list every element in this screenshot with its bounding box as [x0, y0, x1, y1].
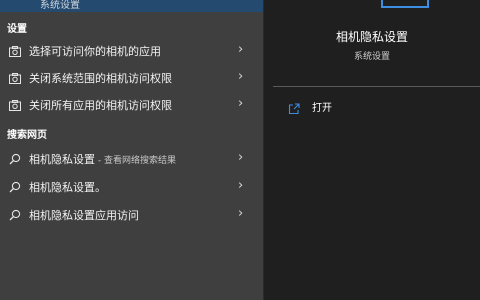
settings-item-choose-apps[interactable]: 选择可访问你的相机的应用 ›	[0, 38, 263, 64]
web-item-suffix: - 查看网络搜索结果	[95, 156, 176, 166]
chevron-right-icon[interactable]: ›	[238, 69, 243, 84]
settings-item-label: 选择可访问你的相机的应用	[29, 45, 161, 58]
chevron-right-icon[interactable]: ›	[238, 96, 243, 111]
web-item-label: 相机隐私设置应用访问	[29, 209, 139, 222]
chevron-right-icon[interactable]: ›	[238, 150, 243, 165]
settings-item-system-camera[interactable]: 关闭系统范围的相机访问权限 ›	[0, 65, 263, 91]
search-icon	[8, 180, 22, 194]
web-item-label: 相机隐私设置。	[29, 181, 106, 194]
web-item-camera-privacy-period[interactable]: 相机隐私设置。 ›	[0, 174, 263, 200]
preview-subtitle: 系统设置	[353, 52, 390, 62]
camera-icon	[8, 71, 22, 85]
best-match-subtitle: 系统设置	[40, 0, 80, 11]
open-icon	[288, 100, 300, 115]
settings-item-label: 关闭所有应用的相机访问权限	[29, 99, 172, 112]
web-item-label: 相机隐私设置	[29, 153, 95, 166]
chevron-right-icon[interactable]: ›	[238, 206, 243, 221]
settings-app-icon	[381, 0, 429, 8]
preview-pane: 相机隐私设置 系统设置 打开	[264, 0, 480, 300]
settings-section-header: 设置	[7, 24, 27, 35]
web-item-camera-privacy-app-access[interactable]: 相机隐私设置应用访问 ›	[0, 202, 263, 228]
chevron-right-icon[interactable]: ›	[238, 178, 243, 193]
open-label: 打开	[312, 103, 332, 114]
search-results-pane: 系统设置 设置 选择可访问你的相机的应用 › 关闭系统范围的相机访问权限 › 关…	[0, 0, 263, 300]
settings-item-label: 关闭系统范围的相机访问权限	[29, 72, 172, 85]
web-section-header: 搜索网页	[7, 130, 47, 141]
search-icon	[8, 152, 22, 166]
settings-item-all-apps-camera[interactable]: 关闭所有应用的相机访问权限 ›	[0, 92, 263, 118]
web-item-text: 相机隐私设置 - 查看网络搜索结果	[29, 151, 176, 167]
search-icon	[8, 208, 22, 222]
best-match-item[interactable]: 系统设置	[0, 0, 263, 12]
web-item-camera-privacy[interactable]: 相机隐私设置 - 查看网络搜索结果 ›	[0, 146, 263, 172]
chevron-right-icon[interactable]: ›	[238, 42, 243, 57]
camera-icon	[8, 44, 22, 58]
preview-divider	[273, 86, 480, 87]
camera-icon	[8, 98, 22, 112]
preview-title: 相机隐私设置	[335, 30, 408, 44]
open-action[interactable]: 打开	[288, 98, 408, 116]
